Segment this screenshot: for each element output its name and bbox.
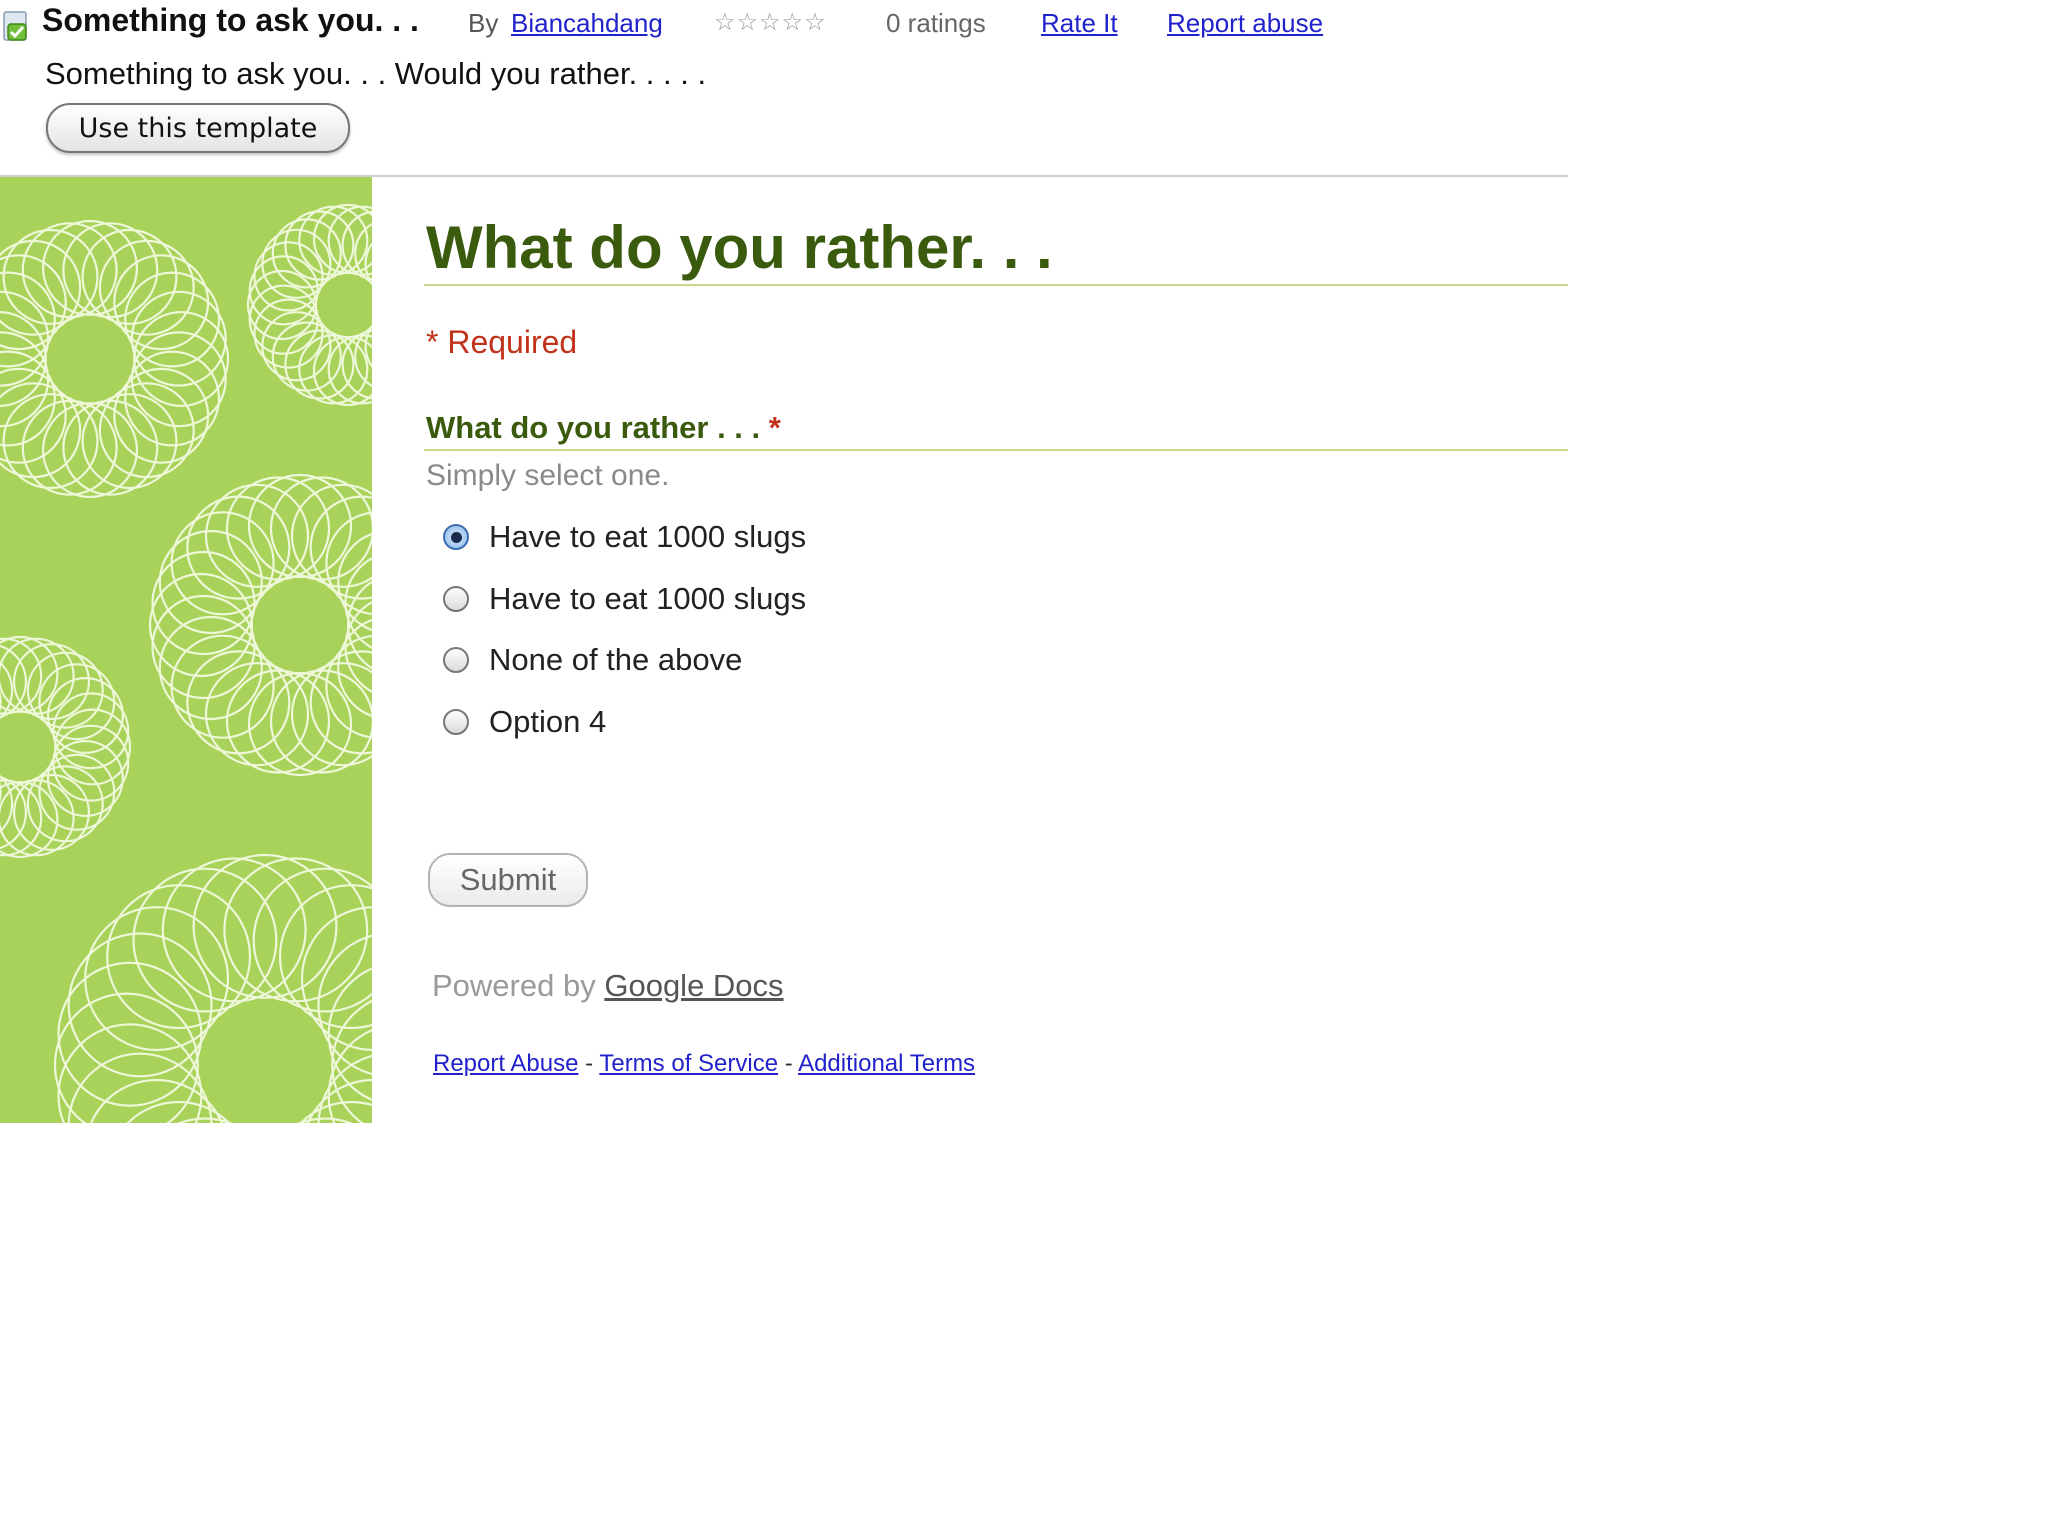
radio-option-label: Have to eat 1000 slugs (489, 519, 807, 554)
powered-by-label: Powered by (432, 968, 596, 1003)
radio-button[interactable] (443, 524, 469, 550)
radio-option-4[interactable]: Option 4 (443, 702, 606, 742)
submit-button[interactable]: Submit (428, 853, 588, 907)
radio-option-1[interactable]: Have to eat 1000 slugs (443, 517, 806, 557)
template-title: Something to ask you. . . (42, 2, 419, 38)
rate-it-link[interactable]: Rate It (1041, 6, 1118, 40)
radio-button[interactable] (443, 709, 469, 735)
footer-terms-link[interactable]: Terms of Service (599, 1050, 778, 1077)
template-form-icon (2, 8, 32, 44)
question-label-text: What do you rather . . . (426, 410, 761, 445)
radio-option-3[interactable]: None of the above (443, 640, 742, 680)
use-template-button[interactable]: Use this template (46, 103, 350, 153)
radio-option-label: None of the above (489, 642, 743, 677)
rating-stars-icon: ☆☆☆☆☆ (714, 9, 827, 36)
question-help-text: Simply select one. (426, 459, 670, 492)
footer-links: Report Abuse - Terms of Service - Additi… (433, 1048, 975, 1080)
footer-separator: - (585, 1050, 594, 1077)
template-description: Something to ask you. . . Would you rath… (45, 56, 707, 91)
form-title: What do you rather. . . (426, 214, 1053, 281)
decorative-side-panel (0, 177, 372, 1123)
radio-option-2[interactable]: Have to eat 1000 slugs (443, 579, 806, 619)
author-link[interactable]: Biancahdang (511, 6, 663, 40)
question-label: What do you rather . . . * (426, 408, 781, 448)
report-abuse-link[interactable]: Report abuse (1167, 6, 1323, 40)
radio-button[interactable] (443, 586, 469, 612)
footer-separator: - (784, 1050, 793, 1077)
spirograph-pattern-icon (0, 203, 372, 1123)
radio-option-label: Have to eat 1000 slugs (489, 581, 807, 616)
ratings-count: 0 ratings (886, 8, 986, 38)
by-label: By (468, 8, 499, 38)
footer-additional-terms-link[interactable]: Additional Terms (798, 1050, 975, 1077)
radio-option-label: Option 4 (489, 704, 607, 739)
footer-report-abuse-link[interactable]: Report Abuse (433, 1050, 578, 1077)
question-divider (424, 449, 1568, 451)
required-note: * Required (426, 324, 578, 360)
radio-button[interactable] (443, 647, 469, 673)
title-divider (424, 284, 1568, 286)
required-asterisk: * (768, 410, 781, 445)
google-docs-link[interactable]: Google Docs (604, 968, 783, 1003)
powered-by: Powered by Google Docs (432, 965, 784, 1007)
